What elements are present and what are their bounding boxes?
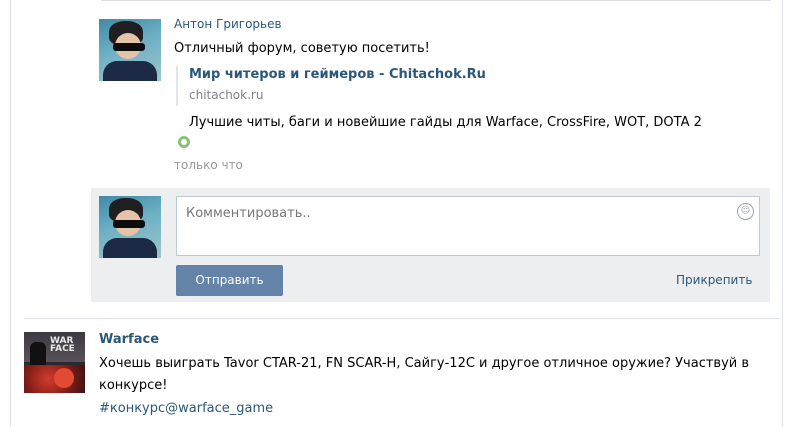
link-preview-domain: chitachok.ru: [189, 88, 264, 102]
group-name-link[interactable]: Warface: [99, 332, 159, 347]
post-separator: [24, 318, 780, 319]
warface-logo-text: WAR FACE: [50, 336, 75, 354]
feed-right-border: [782, 0, 783, 427]
link-preview-description: Лучшие читы, баги и новейшие гайды для W…: [189, 115, 702, 130]
top-divider: [101, 0, 771, 1]
warface-logo[interactable]: WAR FACE: [24, 332, 85, 393]
feed-left-border: [10, 0, 11, 427]
post-text: Отличный форум, советую посетить!: [174, 41, 430, 56]
hashtag-link[interactable]: #конкурс@warface_game: [99, 401, 273, 416]
link-preview-title[interactable]: Мир читеров и геймеров - Chitachok.Ru: [189, 67, 486, 82]
comment-placeholder: Комментировать..: [186, 206, 311, 221]
smile-icon[interactable]: ☺: [737, 203, 754, 220]
online-indicator-icon: [178, 136, 190, 148]
post-author-link[interactable]: Антон Григорьев: [174, 17, 282, 31]
author-avatar[interactable]: [99, 19, 161, 81]
comment-input[interactable]: Комментировать.. ☺: [176, 196, 760, 256]
commenter-avatar[interactable]: [99, 196, 161, 258]
group-post-text-line2: конкурсе!: [99, 378, 168, 393]
link-preview-bar: [176, 66, 178, 106]
post-timestamp[interactable]: только что: [174, 158, 243, 172]
attach-link[interactable]: Прикрепить: [676, 273, 752, 287]
send-button[interactable]: Отправить: [176, 265, 283, 296]
group-post-text-line1: Хочешь выиграть Tavor CTAR-21, FN SCAR-H…: [99, 356, 750, 371]
